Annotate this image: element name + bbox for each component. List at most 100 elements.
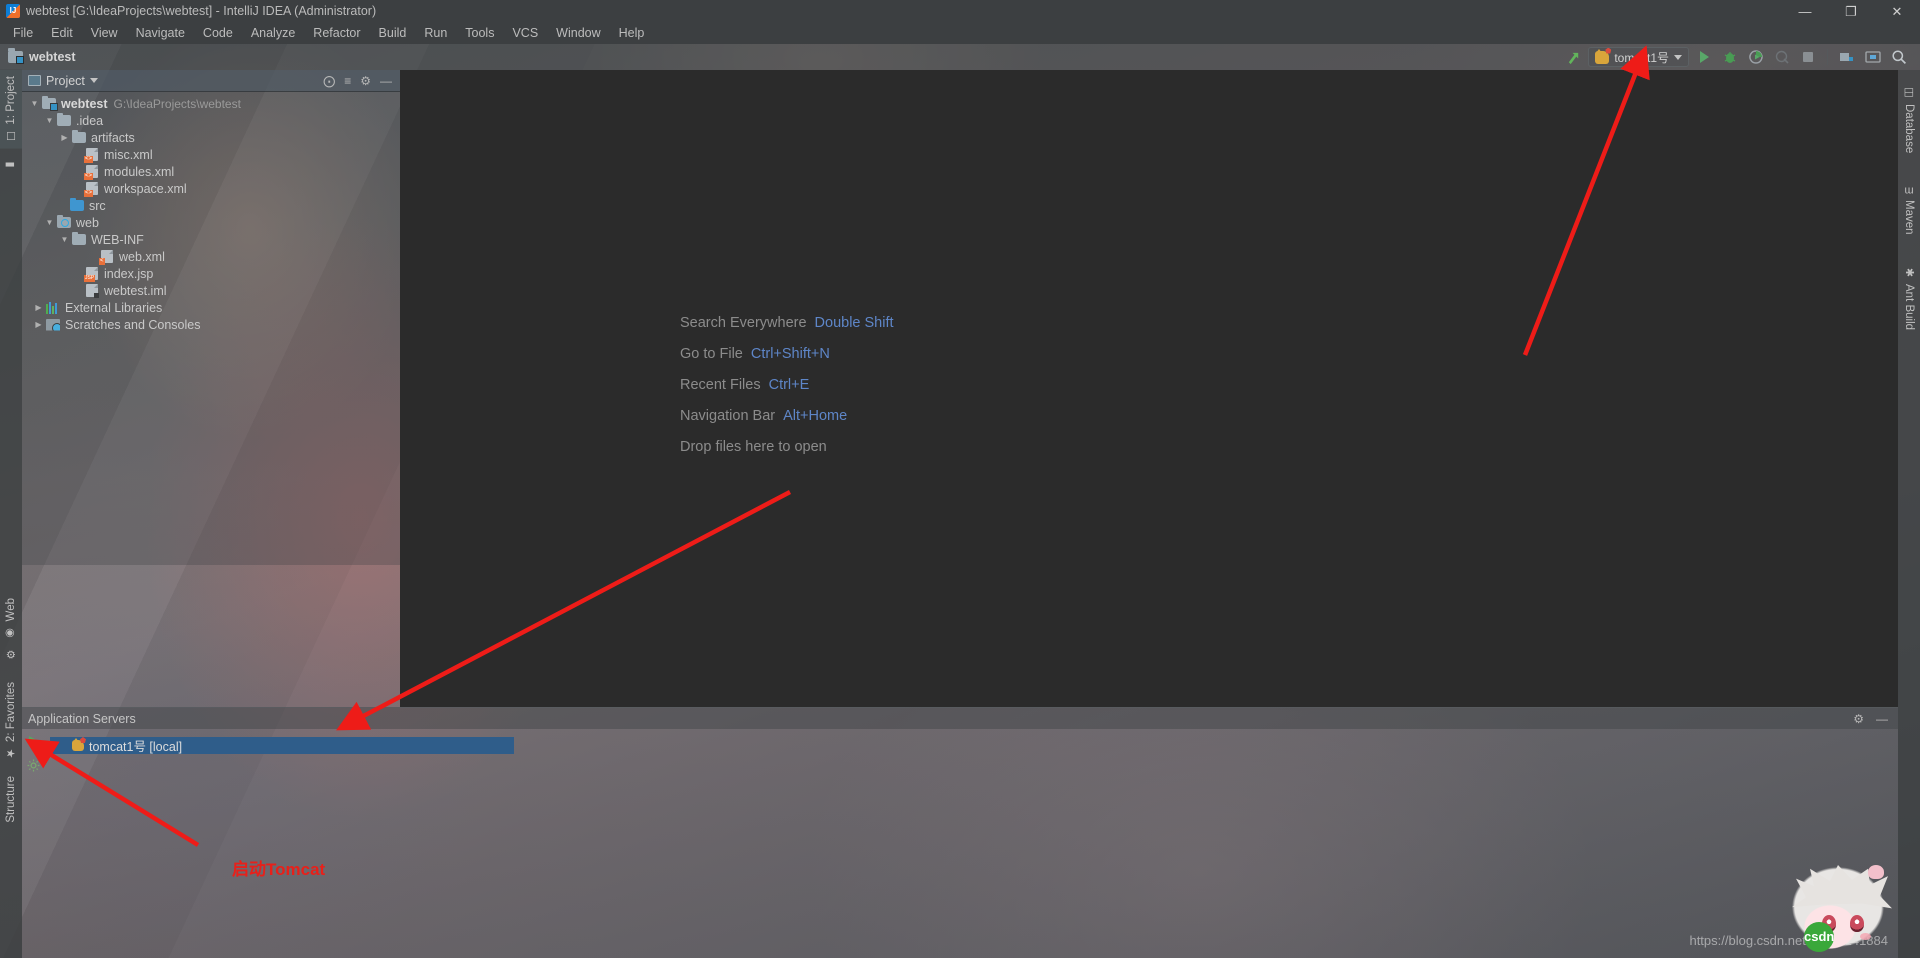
menu-item-window[interactable]: Window [547, 24, 609, 42]
web-xml-file-icon [99, 250, 115, 265]
run-play-icon[interactable] [1693, 46, 1715, 68]
window-title: webtest [G:\IdeaProjects\webtest] - Inte… [26, 4, 377, 18]
sidebar-settings-icon-slot[interactable]: ⚙ [0, 642, 22, 667]
intellij-idea-window: webtest [G:\IdeaProjects\webtest] - Inte… [0, 0, 1920, 958]
tree-row-src[interactable]: src [24, 197, 400, 214]
tree-twisty-expanded[interactable]: ▼ [58, 231, 71, 248]
project-folder-icon [8, 48, 24, 64]
tree-twisty-expanded[interactable]: ▼ [43, 112, 56, 129]
xml-file-icon [84, 148, 100, 163]
menu-item-help[interactable]: Help [610, 24, 654, 42]
tree-row-webtest[interactable]: ▼ webtest G:\IdeaProjects\webtest [24, 95, 400, 112]
gear-icon[interactable]: ⚙ [360, 75, 371, 87]
hint-shortcut: Ctrl+E [768, 377, 810, 393]
maven-icon: m [1904, 184, 1914, 197]
hide-minimize-icon[interactable]: — [1876, 713, 1888, 725]
application-servers-tool-window: Application Servers ⚙ — tomcat1号 [local] [22, 707, 1898, 958]
tree-twisty-collapsed[interactable]: ▶ [58, 129, 71, 146]
sidebar-item-web[interactable]: ◉ Web [0, 592, 22, 645]
web-globe-icon: ◉ [4, 626, 18, 639]
menu-item-view[interactable]: View [82, 24, 127, 42]
search-icon[interactable] [1888, 46, 1910, 68]
tree-row-modules-xml[interactable]: modules.xml [24, 163, 400, 180]
sidebar-item-ant-build[interactable]: ✱ Ant Build [1898, 260, 1920, 336]
minimize-button[interactable]: — [1782, 0, 1828, 22]
project-panel-header: Project ⨀ ≡ ⚙ — [22, 70, 400, 92]
tree-row-web-xml[interactable]: web.xml [24, 248, 400, 265]
tree-twisty-collapsed[interactable]: ▶ [32, 299, 45, 316]
tree-label: misc.xml [104, 147, 153, 162]
right-tool-strip: ◫ Database m Maven ✱ Ant Build [1898, 70, 1920, 958]
hint-search-everywhere: Search Everywhere Double Shift [680, 315, 894, 331]
menu-item-run[interactable]: Run [415, 24, 456, 42]
gear-icon[interactable]: ⚙ [1853, 713, 1864, 725]
sidebar-item-structure[interactable]: Structure [0, 770, 22, 829]
tree-row-web[interactable]: ▼ web [24, 214, 400, 231]
chevron-down-icon[interactable] [89, 78, 98, 83]
application-servers-gutter [22, 729, 44, 958]
tree-twisty-collapsed[interactable]: ▶ [32, 316, 45, 333]
project-tool-window: Project ⨀ ≡ ⚙ — ▼ webtest G:\IdeaProject… [22, 70, 400, 565]
tree-row-webtest-iml[interactable]: webtest.iml [24, 282, 400, 299]
toolbar-project-name: webtest [29, 50, 76, 64]
sidebar-folder-icon-slot[interactable]: ▮ [0, 152, 22, 177]
tree-row-idea[interactable]: ▼ .idea [24, 112, 400, 129]
chibi-blush-right [1860, 933, 1871, 940]
hint-shortcut: Double Shift [814, 315, 894, 331]
menu-item-refactor[interactable]: Refactor [304, 24, 369, 42]
menu-item-edit[interactable]: Edit [42, 24, 82, 42]
sidebar-item-project-label: 1: Project [5, 76, 17, 125]
tree-label: artifacts [91, 130, 135, 145]
tree-row-web-inf[interactable]: ▼ WEB-INF [24, 231, 400, 248]
run-with-coverage-icon[interactable] [1745, 46, 1767, 68]
tree-twisty-expanded[interactable]: ▼ [43, 214, 56, 231]
hint-go-to-file: Go to File Ctrl+Shift+N [680, 346, 894, 362]
tree-row-external-libraries[interactable]: ▶ External Libraries [24, 299, 400, 316]
run-configuration-selector[interactable]: tomcat1号 [1588, 47, 1689, 67]
scratches-icon [45, 318, 61, 331]
xml-file-icon [84, 182, 100, 197]
tree-label: web [76, 215, 99, 230]
sidebar-item-maven[interactable]: m Maven [1898, 180, 1920, 241]
menu-item-analyze[interactable]: Analyze [242, 24, 304, 42]
menu-item-tools[interactable]: Tools [456, 24, 503, 42]
sidebar-item-database[interactable]: ◫ Database [1898, 80, 1920, 159]
close-button[interactable]: ✕ [1874, 0, 1920, 22]
chibi-avatar-watermark: csdn [1786, 863, 1898, 958]
menu-item-code[interactable]: Code [194, 24, 242, 42]
window-controls: — ❐ ✕ [1782, 0, 1920, 22]
profiler-icon [1771, 46, 1793, 68]
ant-build-icon: ✱ [1902, 266, 1916, 278]
hide-minimize-icon[interactable]: — [380, 75, 392, 87]
jsp-file-icon [84, 267, 100, 282]
collapse-all-icon[interactable]: ≡ [344, 75, 351, 87]
sidebar-item-project[interactable]: ☐ 1: Project [0, 70, 22, 149]
hammer-build-icon[interactable] [1562, 46, 1584, 68]
sidebar-item-favorites-label: 2: Favorites [5, 682, 17, 743]
project-structure-icon[interactable] [1836, 46, 1858, 68]
application-servers-title: Application Servers [28, 711, 136, 726]
menu-item-file[interactable]: File [4, 24, 42, 42]
locate-target-icon[interactable]: ⨀ [323, 75, 335, 87]
tree-row-artifacts[interactable]: ▶ artifacts [24, 129, 400, 146]
tree-twisty-expanded[interactable]: ▼ [28, 95, 41, 112]
tree-label: index.jsp [104, 266, 154, 281]
toolbar-project-chip[interactable]: webtest [0, 48, 76, 64]
sidebar-item-ant-build-label: Ant Build [1903, 284, 1915, 331]
menu-item-build[interactable]: Build [370, 24, 416, 42]
csdn-badge: csdn [1804, 922, 1834, 952]
run-play-icon[interactable] [22, 729, 44, 753]
menu-item-navigate[interactable]: Navigate [127, 24, 194, 42]
sidebar-item-favorites[interactable]: ★ 2: Favorites [0, 676, 22, 766]
maximize-button[interactable]: ❐ [1828, 0, 1874, 22]
tree-row-workspace-xml[interactable]: workspace.xml [24, 180, 400, 197]
tree-row-misc-xml[interactable]: misc.xml [24, 146, 400, 163]
terminal-icon[interactable] [1862, 46, 1884, 68]
debug-bug-icon[interactable] [1719, 46, 1741, 68]
editor-hints-list: Search Everywhere Double Shift Go to File… [680, 315, 894, 455]
tree-row-scratches-and-consoles[interactable]: ▶ Scratches and Consoles [24, 316, 400, 333]
settings-config-icon[interactable] [22, 753, 44, 777]
menu-item-vcs[interactable]: VCS [503, 24, 547, 42]
tree-row-index-jsp[interactable]: index.jsp [24, 265, 400, 282]
application-server-row-tomcat[interactable]: tomcat1号 [local] [50, 737, 514, 754]
